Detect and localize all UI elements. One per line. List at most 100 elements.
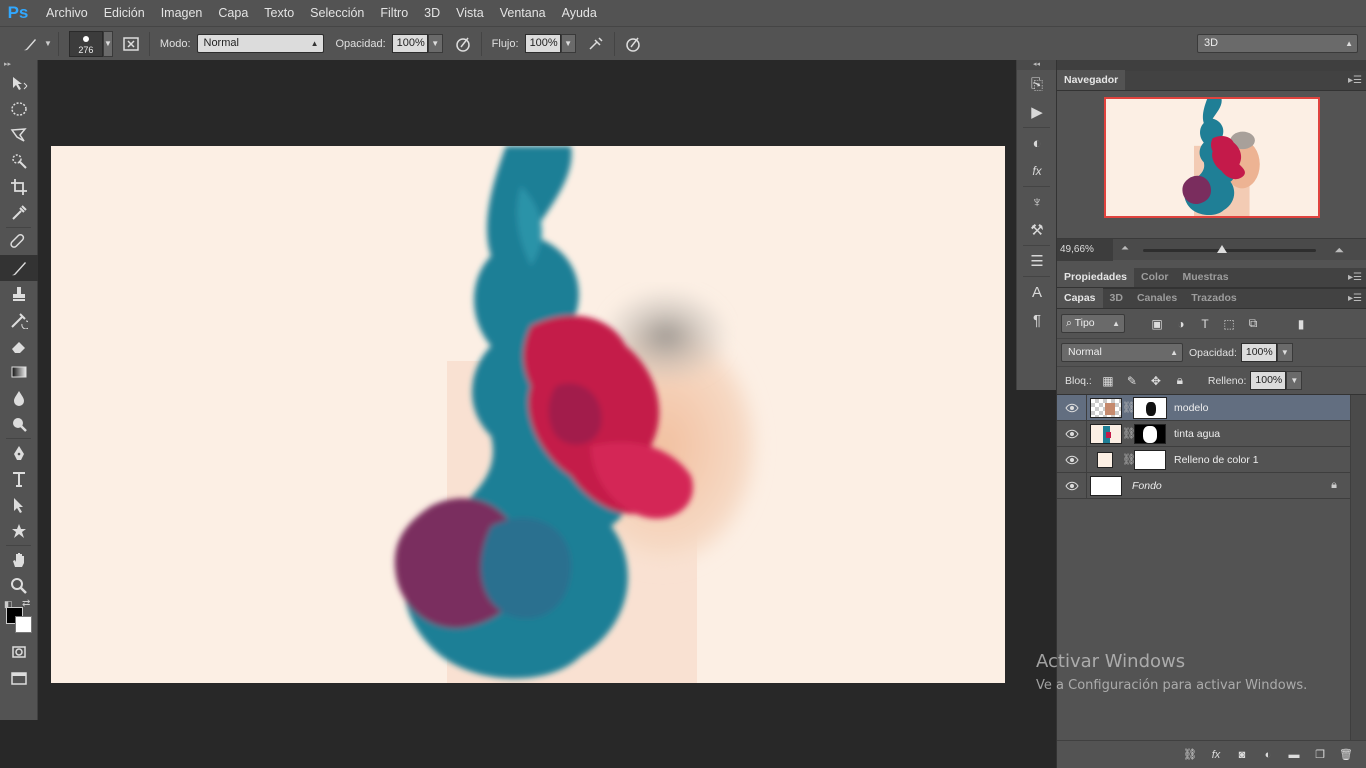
brush-size-picker[interactable]: 276 <box>68 30 103 57</box>
quick-selection-tool[interactable] <box>0 148 38 174</box>
layer-mask-thumbnail[interactable] <box>1134 423 1166 444</box>
layer-row[interactable]: ⛓ Relleno de color 1 <box>1057 446 1351 473</box>
tab-color[interactable]: Color <box>1134 267 1175 287</box>
styles-fx-icon[interactable]: fx <box>1017 157 1057 185</box>
tab-trazados[interactable]: Trazados <box>1184 288 1244 308</box>
new-layer-icon[interactable]: ❐ <box>1307 744 1333 766</box>
new-group-icon[interactable]: ▬ <box>1281 744 1307 766</box>
tab-muestras[interactable]: Muestras <box>1175 267 1235 287</box>
path-selection-tool[interactable] <box>0 492 38 518</box>
layer-name[interactable]: modelo <box>1174 402 1208 414</box>
menu-seleccion[interactable]: Selección <box>302 0 372 26</box>
pressure-opacity-icon[interactable] <box>451 32 475 56</box>
lock-position-icon[interactable]: ✥ <box>1144 370 1168 392</box>
lock-transparency-icon[interactable]: ▦ <box>1096 370 1120 392</box>
lock-pixels-icon[interactable]: ✎ <box>1120 370 1144 392</box>
airbrush-icon[interactable] <box>584 32 608 56</box>
lock-all-icon[interactable]: 🔒︎ <box>1168 370 1192 392</box>
brush-panel-icon[interactable] <box>119 32 143 56</box>
menu-archivo[interactable]: Archivo <box>36 0 96 26</box>
marquee-tool[interactable] <box>0 96 38 122</box>
mode-select[interactable]: Normal ▲ <box>196 34 324 53</box>
layer-thumbnail[interactable] <box>1090 397 1122 418</box>
zoom-slider-thumb[interactable] <box>1217 245 1227 253</box>
layer-style-fx-icon[interactable]: fx <box>1203 744 1229 766</box>
new-adjustment-icon[interactable]: ◐ <box>1255 744 1281 766</box>
link-chain-icon[interactable]: ⛓ <box>1122 427 1136 440</box>
eyedropper-tool[interactable] <box>0 200 38 226</box>
panel-menu-icon[interactable]: ▸☰ <box>1348 272 1362 283</box>
hand-tool[interactable] <box>0 547 38 573</box>
fill-dropdown[interactable]: ▼ <box>1286 371 1303 390</box>
filter-pixel-icon[interactable]: ▣ <box>1145 313 1169 335</box>
navigator-thumbnail[interactable] <box>1104 97 1320 218</box>
move-tool[interactable] <box>0 70 38 96</box>
filter-type-icon[interactable]: T <box>1193 313 1217 335</box>
layer-name[interactable]: Fondo <box>1132 480 1162 492</box>
menu-capa[interactable]: Capa <box>210 0 256 26</box>
document-canvas[interactable] <box>51 146 1005 683</box>
link-chain-icon[interactable]: ⛓ <box>1122 453 1136 466</box>
flow-dropdown[interactable]: ▼ <box>560 34 576 53</box>
adjustments-icon[interactable]: ◐ <box>1017 129 1057 157</box>
background-color[interactable] <box>15 616 32 633</box>
visibility-eye-icon[interactable] <box>1057 446 1087 473</box>
brush-presets-icon[interactable]: ♆ <box>1017 188 1057 216</box>
history-brush-tool[interactable] <box>0 307 38 333</box>
tab-propiedades[interactable]: Propiedades <box>1057 267 1135 287</box>
eraser-tool[interactable] <box>0 333 38 359</box>
dock-grip[interactable]: ◂◂ <box>1017 60 1056 70</box>
custom-shape-tool[interactable] <box>0 518 38 544</box>
filter-shape-icon[interactable]: ⬚ <box>1217 313 1241 335</box>
tab-canales[interactable]: Canales <box>1130 288 1184 308</box>
brush-size-dropdown[interactable]: ▼ <box>102 30 113 57</box>
layer-name[interactable]: tinta agua <box>1174 428 1220 440</box>
layer-thumbnail[interactable] <box>1090 475 1122 496</box>
add-mask-icon[interactable]: ◙ <box>1229 744 1255 766</box>
layer-row[interactable]: ⛓ tinta agua <box>1057 420 1351 447</box>
visibility-eye-icon[interactable] <box>1057 420 1087 447</box>
type-tool[interactable] <box>0 466 38 492</box>
layer-mask-thumbnail[interactable] <box>1133 396 1167 419</box>
filter-kind-select[interactable]: ⌕ Tipo ▲ <box>1061 314 1125 333</box>
panel-grip[interactable]: ▸▸ <box>0 60 37 70</box>
layer-row[interactable]: Fondo 🔒︎ <box>1057 472 1351 499</box>
quick-mask-icon[interactable] <box>0 639 38 665</box>
gradient-tool[interactable] <box>0 359 38 385</box>
character-icon[interactable]: A <box>1017 278 1057 306</box>
filter-adjustment-icon[interactable]: ◑ <box>1169 313 1193 335</box>
link-chain-icon[interactable]: ⛓ <box>1122 401 1136 414</box>
layers-scrollbar[interactable] <box>1350 395 1366 765</box>
menu-filtro[interactable]: Filtro <box>372 0 416 26</box>
history-icon[interactable]: ⎘ <box>1017 70 1057 98</box>
canvas-area[interactable] <box>39 60 1016 768</box>
tab-3d[interactable]: 3D <box>1103 288 1130 308</box>
flow-input[interactable]: 100% <box>524 34 561 53</box>
layer-opacity-input[interactable]: 100% <box>1240 343 1277 362</box>
visibility-eye-icon[interactable] <box>1057 394 1087 421</box>
filter-toggle-icon[interactable]: ▮ <box>1289 313 1313 335</box>
layer-comps-icon[interactable]: ☰ <box>1017 247 1057 275</box>
screen-mode-icon[interactable] <box>0 665 38 691</box>
zoom-slider[interactable] <box>1143 249 1316 252</box>
healing-brush-tool[interactable] <box>0 229 38 255</box>
workspace-select[interactable]: 3D ▲ <box>1197 34 1358 53</box>
layer-thumbnail[interactable] <box>1090 423 1122 444</box>
delete-layer-icon[interactable]: 🗑︎ <box>1333 744 1359 766</box>
dodge-tool[interactable] <box>0 411 38 437</box>
crop-tool[interactable] <box>0 174 38 200</box>
layer-mask-thumbnail[interactable] <box>1134 449 1166 470</box>
pressure-size-icon[interactable] <box>621 32 645 56</box>
blur-tool[interactable] <box>0 385 38 411</box>
fill-color-swatch[interactable] <box>1096 451 1113 468</box>
actions-play-icon[interactable]: ▶ <box>1017 98 1057 126</box>
menu-vista[interactable]: Vista <box>448 0 492 26</box>
layer-row[interactable]: ⛓ modelo <box>1057 394 1351 421</box>
layer-name[interactable]: Relleno de color 1 <box>1174 454 1259 466</box>
link-layers-icon[interactable]: ⛓ <box>1177 744 1203 766</box>
panel-menu-icon[interactable]: ▸☰ <box>1348 75 1362 86</box>
menu-3d[interactable]: 3D <box>416 0 448 26</box>
opacity-dropdown[interactable]: ▼ <box>427 34 443 53</box>
menu-ventana[interactable]: Ventana <box>492 0 554 26</box>
opacity-input[interactable]: 100% <box>391 34 428 53</box>
